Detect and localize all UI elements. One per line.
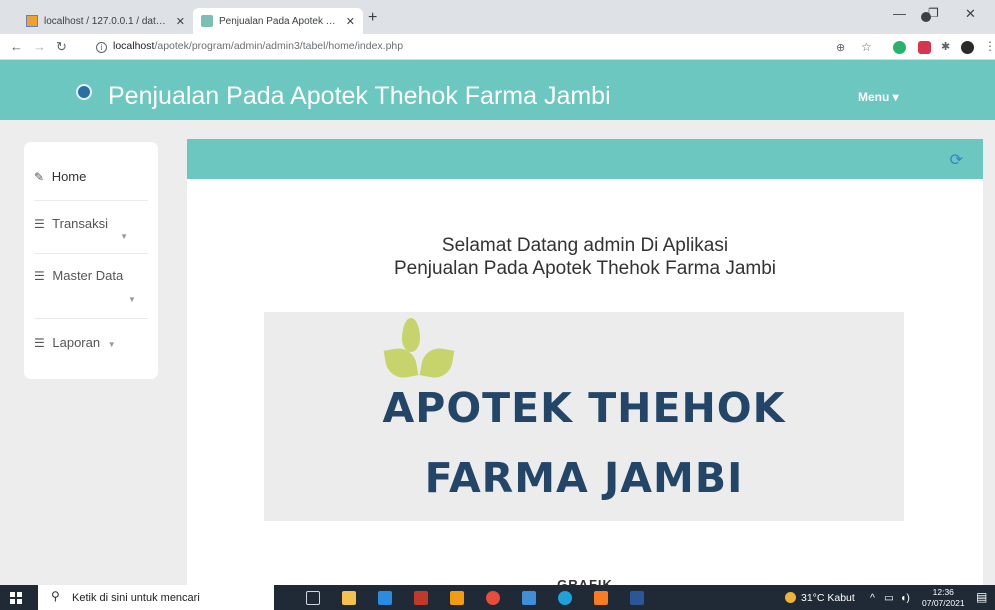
browser-tab-strip: localhost / 127.0.0.1 / databases ✕ Penj… (0, 0, 995, 34)
url-host: localhost (113, 40, 155, 52)
sidebar: ✎ Home ☰ Transaksi ▼ ☰ Master Data ▼ ☰ L… (24, 142, 158, 379)
sidebar-item-transaksi[interactable]: ☰ Transaksi ▼ (34, 216, 148, 241)
page-body: ✎ Home ☰ Transaksi ▼ ☰ Master Data ▼ ☰ L… (0, 120, 995, 592)
edge-icon[interactable] (558, 591, 572, 605)
chrome-icon[interactable] (486, 591, 500, 605)
logo-text: FARMA JAMBI (424, 454, 744, 502)
refresh-icon[interactable]: ⟳ (950, 150, 963, 170)
logo-text: APOTEK THEHOK (382, 384, 786, 432)
reload-icon[interactable]: ↻ (56, 39, 67, 55)
file-explorer-icon[interactable] (342, 591, 356, 605)
clock-date: 07/07/2021 (922, 598, 965, 608)
browser-menu-icon[interactable]: ⋮ (984, 39, 995, 53)
notification-icon[interactable]: ▤ (976, 590, 987, 604)
tab-phpmyadmin[interactable]: localhost / 127.0.0.1 / databases ✕ (18, 8, 193, 34)
bookmark-star-icon[interactable]: ☆ (861, 40, 872, 54)
chevron-down-icon: ▼ (107, 340, 116, 349)
apotek-favicon-icon (201, 15, 213, 27)
app-icon[interactable] (414, 591, 428, 605)
sidebar-item-home[interactable]: ✎ Home (34, 169, 148, 184)
menu-dropdown[interactable]: Menu ▾ (858, 90, 899, 104)
windows-start-icon[interactable] (10, 592, 22, 604)
list-icon: ☰ (34, 269, 45, 283)
chevron-down-icon: ▼ (120, 232, 128, 241)
site-info-icon[interactable]: i (96, 42, 107, 53)
address-bar-row: ← → ↻ i localhost/apotek/program/admin/ad… (0, 34, 995, 60)
search-placeholder: Ketik di sini untuk mencari (72, 592, 200, 604)
forward-arrow-icon[interactable]: → (33, 39, 46, 54)
sidebar-item-label: Home (51, 169, 87, 184)
windows-taskbar: ⚲ Ketik di sini untuk mencari 31°C Kabut… (0, 585, 995, 610)
site-header: Penjualan Pada Apotek Thehok Farma Jambi… (0, 60, 995, 120)
store-icon[interactable] (522, 591, 536, 605)
extensions-puzzle-icon[interactable]: ✱ (941, 40, 950, 53)
tab-title: Penjualan Pada Apotek Thehok Farma (219, 15, 340, 27)
xampp-icon[interactable] (594, 591, 608, 605)
search-icon: ⚲ (51, 589, 60, 603)
tab-title: localhost / 127.0.0.1 / databases (44, 15, 170, 27)
chevron-down-icon: ▼ (128, 295, 136, 304)
sublime-text-icon[interactable] (450, 591, 464, 605)
back-arrow-icon[interactable]: ← (10, 39, 23, 54)
welcome-line: Penjualan Pada Apotek Thehok Farma Jambi (394, 258, 776, 279)
url-field[interactable]: i localhost/apotek/program/admin/admin3/t… (96, 40, 403, 53)
tab-apotek[interactable]: Penjualan Pada Apotek Thehok Farma ✕ (193, 8, 363, 34)
edit-icon: ✎ (34, 170, 45, 184)
maximize-window-icon[interactable]: ❐ (928, 6, 939, 20)
grammarly-extension-icon[interactable] (893, 41, 906, 54)
list-icon: ☰ (34, 217, 45, 231)
sidebar-item-master-data[interactable]: ☰ Master Data ▼ (34, 267, 148, 304)
weather-text[interactable]: 31°C Kabut (801, 592, 855, 604)
volume-icon[interactable]: ◖) (900, 592, 910, 604)
sidebar-item-label: Master Data (52, 268, 124, 283)
zoom-icon[interactable]: ⊕ (836, 41, 845, 54)
main-panel: ⟳ Selamat Datang admin Di Aplikasi Penju… (187, 139, 983, 592)
clock[interactable]: 12:36 07/07/2021 (922, 587, 965, 609)
leaf-icon (402, 318, 420, 352)
weather-icon (785, 592, 796, 603)
brand-title[interactable]: Penjualan Pada Apotek Thehok Farma Jambi (108, 82, 611, 111)
close-tab-icon[interactable]: ✕ (176, 15, 185, 28)
new-tab-button[interactable]: + (368, 9, 377, 27)
minimize-window-icon[interactable]: — (893, 6, 906, 21)
mail-icon[interactable] (378, 591, 392, 605)
taskbar-search-input[interactable]: ⚲ Ketik di sini untuk mencari (38, 585, 274, 610)
brand-logo-icon (76, 84, 92, 100)
list-icon: ☰ (34, 336, 45, 350)
divider (34, 253, 148, 254)
sidebar-item-label: Transaksi (52, 216, 109, 231)
panel-header: ⟳ (187, 139, 983, 179)
profile-avatar-icon[interactable] (961, 41, 974, 54)
tray-chevron-icon[interactable]: ^ (870, 592, 875, 604)
welcome-line: Selamat Datang admin Di Aplikasi (441, 235, 729, 256)
url-path: /apotek/program/admin/admin3/tabel/home/… (154, 40, 404, 52)
apotek-logo-image: APOTEK THEHOK FARMA JAMBI (264, 312, 904, 521)
divider (34, 318, 148, 319)
word-icon[interactable] (630, 591, 644, 605)
close-tab-icon[interactable]: ✕ (346, 15, 355, 28)
task-view-icon[interactable] (306, 591, 320, 605)
welcome-message: Selamat Datang admin Di Aplikasi Penjual… (187, 234, 983, 280)
close-window-icon[interactable]: ✕ (965, 6, 976, 22)
leaf-icon (419, 345, 455, 381)
sidebar-item-label: Laporan (52, 335, 101, 350)
phpmyadmin-favicon-icon (26, 15, 38, 27)
network-icon[interactable]: ▭ (884, 592, 894, 604)
extension-icon[interactable] (918, 41, 931, 54)
clock-time: 12:36 (932, 587, 954, 597)
divider (34, 200, 148, 201)
sidebar-item-laporan[interactable]: ☰ Laporan ▼ (34, 335, 148, 350)
